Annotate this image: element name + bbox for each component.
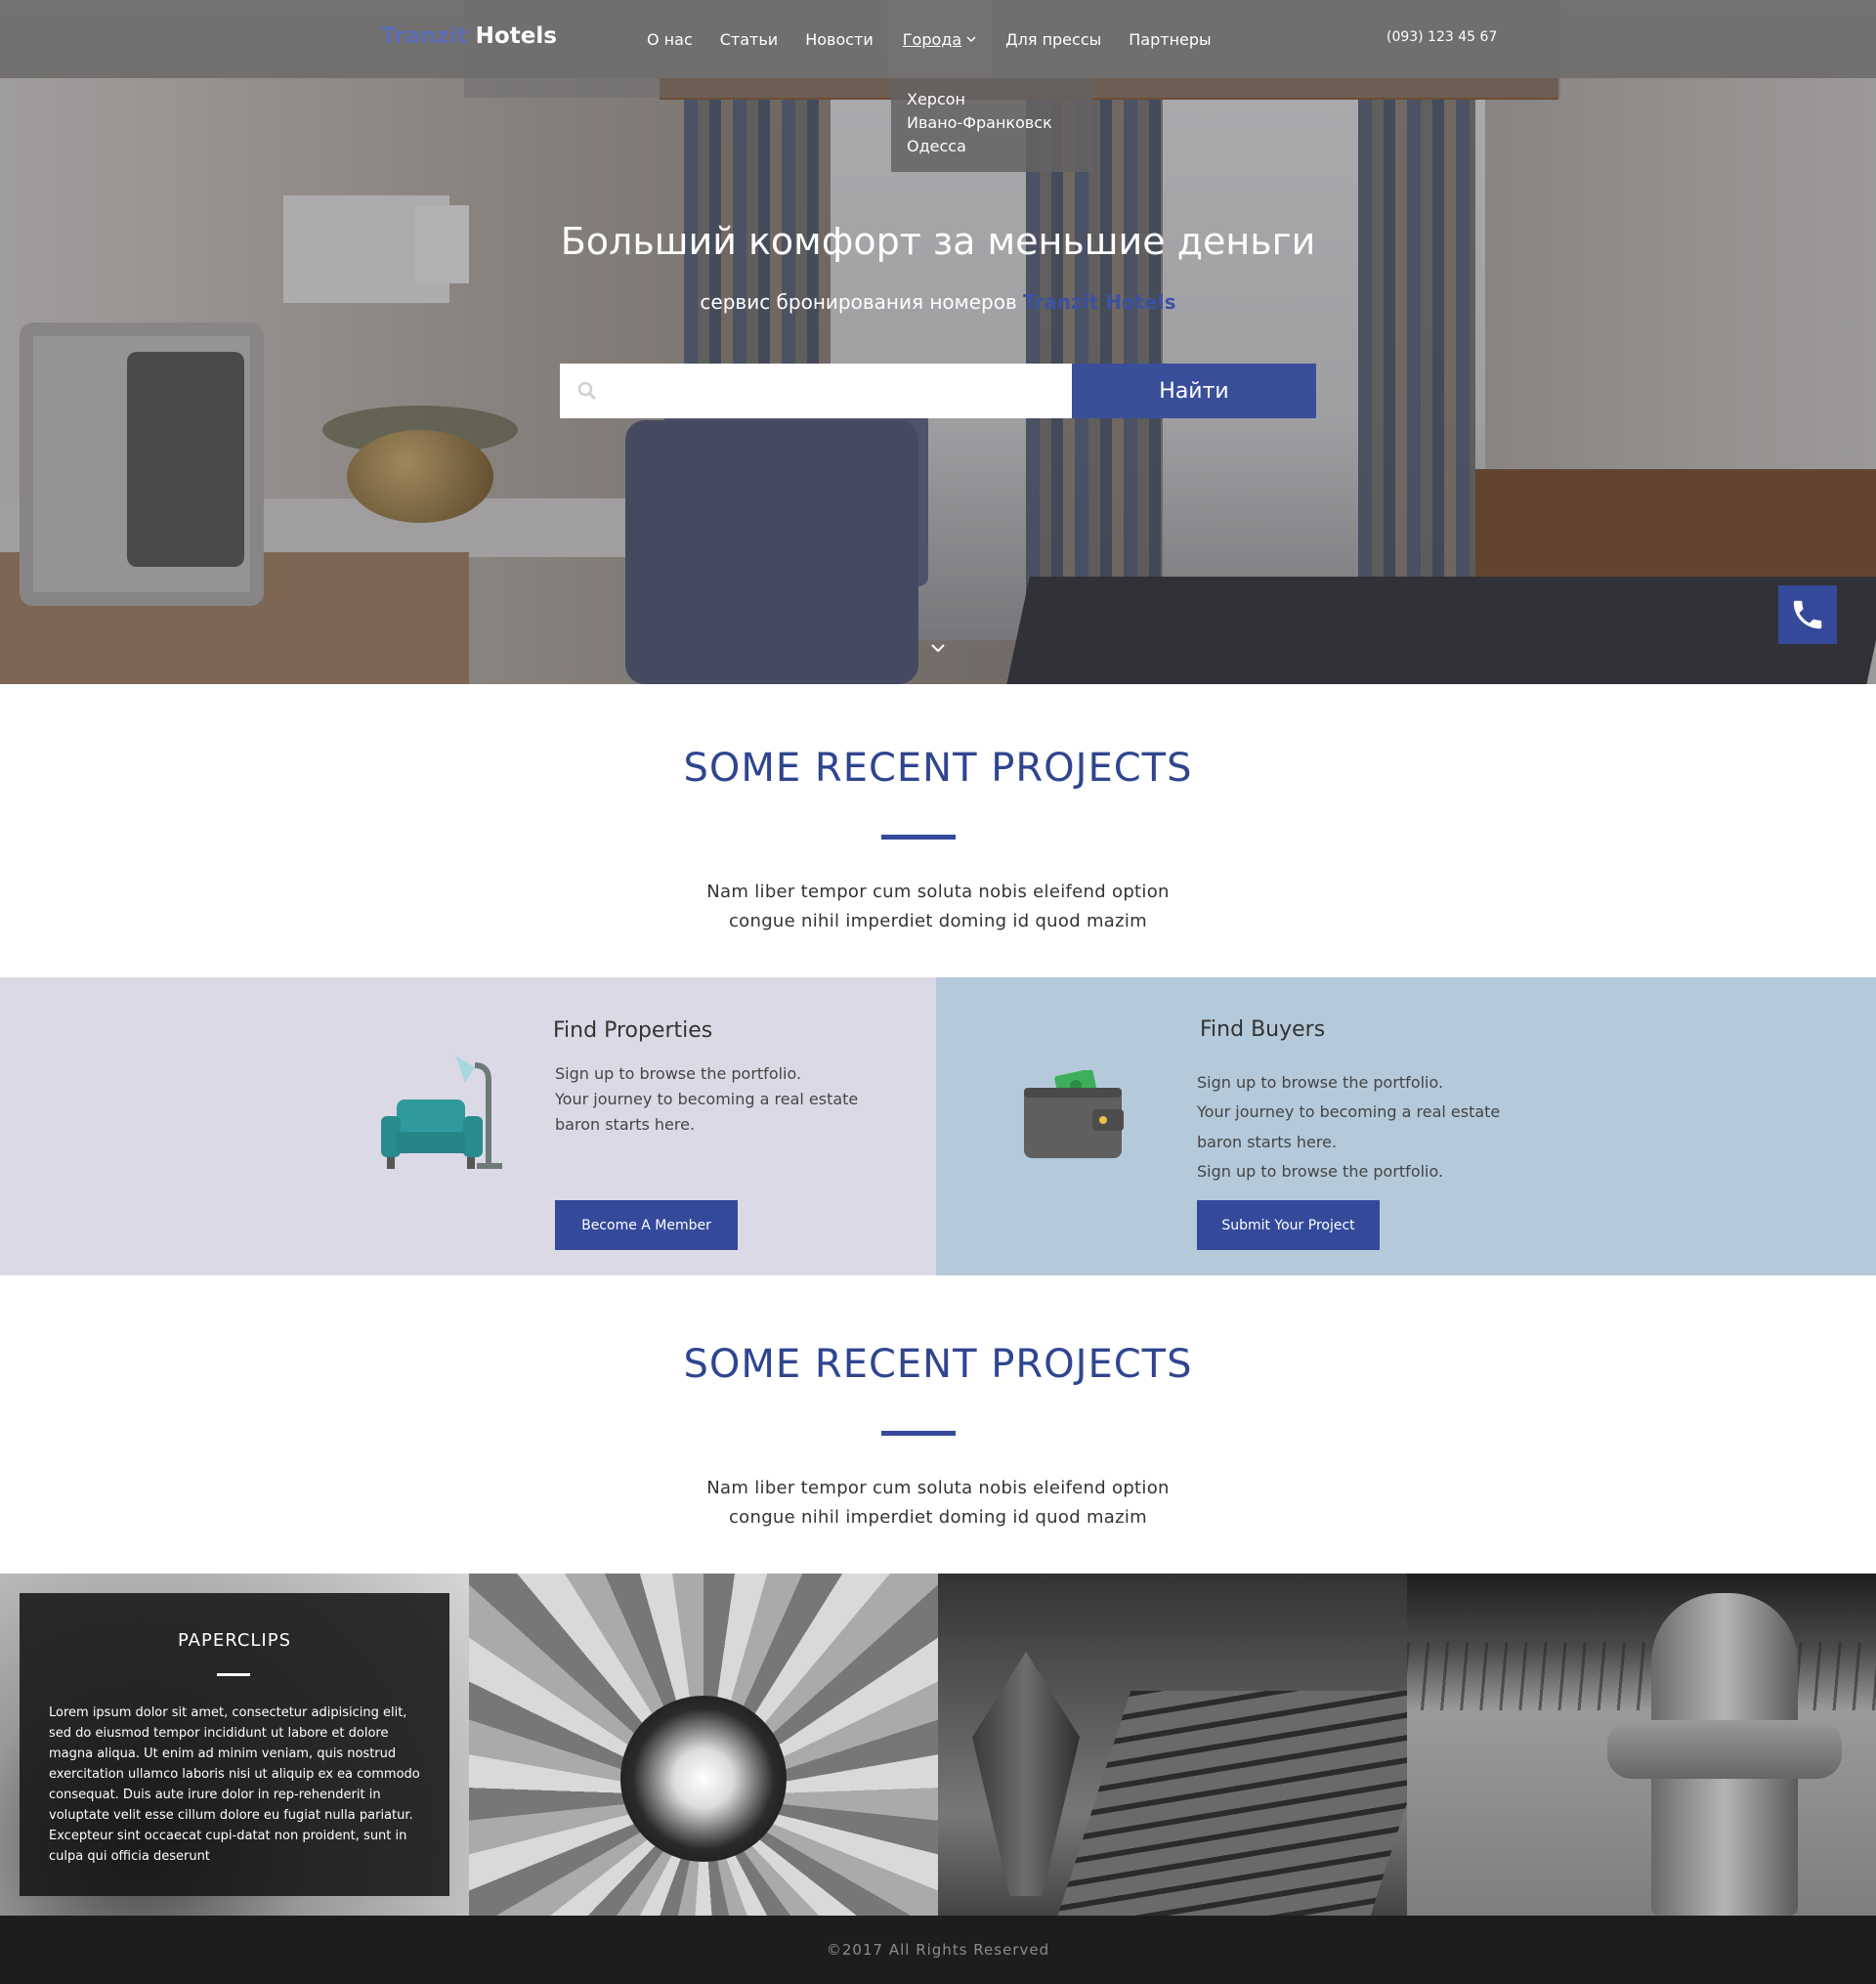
scroll-down-chevron-icon[interactable] bbox=[928, 640, 948, 656]
umbrella-shape bbox=[972, 1652, 1080, 1896]
nav-item-about[interactable]: О нас bbox=[633, 0, 706, 78]
chevron-down-icon bbox=[966, 35, 976, 42]
search-button[interactable]: Найти bbox=[1072, 364, 1316, 418]
header-phone[interactable]: (093) 123 45 67 bbox=[1386, 29, 1497, 45]
hero-title: Больший комфорт за меньшие деньги bbox=[560, 220, 1316, 263]
logo-accent-text: Tranzit bbox=[381, 23, 468, 49]
hydrant-field bbox=[1407, 1642, 1876, 1710]
wallet-icon bbox=[1024, 1070, 1124, 1158]
card-title: PAPERCLIPS bbox=[177, 1630, 292, 1651]
nav-item-articles[interactable]: Статьи bbox=[706, 0, 791, 78]
search-box bbox=[560, 364, 1073, 418]
section-divider bbox=[881, 1431, 956, 1436]
submit-project-button[interactable]: Submit Your Project bbox=[1197, 1200, 1380, 1250]
nav-item-label: О нас bbox=[647, 29, 693, 49]
feature-desc-line: Sign up to browse the portfolio. bbox=[555, 1064, 802, 1083]
dropdown-item-ivano-frankivsk[interactable]: Ивано-Франковск bbox=[907, 111, 1077, 135]
nav-item-label: Статьи bbox=[719, 29, 779, 49]
card-divider bbox=[217, 1673, 250, 1676]
project-card: PAPERCLIPS Lorem ipsum dolor sit amet, c… bbox=[20, 1593, 449, 1896]
nav-item-label: Для прессы bbox=[1005, 29, 1102, 49]
search-icon bbox=[577, 381, 597, 401]
feature-find-buyers: Find Buyers Sign up to browse the portfo… bbox=[936, 977, 1876, 1275]
feature-desc-line: Sign up to browse the portfolio. bbox=[1197, 1162, 1444, 1181]
footer: ©2017 All Rights Reserved bbox=[0, 1916, 1876, 1984]
nav-item-label: Новости bbox=[805, 29, 874, 49]
nav-item-news[interactable]: Новости bbox=[791, 0, 887, 78]
search-input[interactable] bbox=[609, 364, 1058, 418]
boardwalk-planks bbox=[1057, 1691, 1407, 1916]
feature-desc-line: baron starts here. bbox=[1197, 1133, 1338, 1151]
hero-subtitle-brand: Tranzit Hotels bbox=[1023, 290, 1176, 314]
feature-find-properties: Find Properties Sign up to browse the po… bbox=[0, 977, 936, 1275]
gallery-tile-pencils[interactable] bbox=[469, 1574, 938, 1916]
feature-desc-line: baron starts here. bbox=[555, 1115, 696, 1134]
pencils-center bbox=[620, 1696, 787, 1862]
main-nav: О нас Статьи Новости Города Для прессы П… bbox=[633, 0, 1225, 78]
project-gallery: PAPERCLIPS Lorem ipsum dolor sit amet, c… bbox=[0, 1574, 1876, 1916]
section-text-line: congue nihil imperdiet doming id quod ma… bbox=[728, 1507, 1147, 1528]
nav-item-press[interactable]: Для прессы bbox=[992, 0, 1115, 78]
section-text-line: congue nihil imperdiet doming id quod ma… bbox=[728, 911, 1147, 931]
nav-item-label: Партнеры bbox=[1129, 29, 1212, 49]
section-title: SOME RECENT PROJECTS bbox=[683, 746, 1193, 791]
nav-item-partners[interactable]: Партнеры bbox=[1115, 0, 1224, 78]
armchair-lamp-icon bbox=[381, 1056, 502, 1169]
nav-item-label: Города bbox=[902, 29, 962, 49]
cities-dropdown: Херсон Ивано-Франковск Одесса bbox=[891, 78, 1092, 172]
feature-heading: Find Properties bbox=[553, 1018, 713, 1043]
hero-subtitle-text: сервис бронирования номеров bbox=[700, 290, 1017, 314]
section-text-line: Nam liber tempor cum soluta nobis eleife… bbox=[706, 1478, 1170, 1498]
dropdown-item-kherson[interactable]: Херсон bbox=[907, 88, 1077, 111]
card-body: Lorem ipsum dolor sit amet, consectetur … bbox=[49, 1705, 420, 1864]
phone-icon bbox=[1793, 600, 1822, 629]
hero-section: Tranzit Hotels О нас Статьи Новости Горо… bbox=[0, 0, 1876, 684]
hero-subtitle: сервис бронирования номеров Tranzit Hote… bbox=[0, 290, 1876, 314]
section-title: SOME RECENT PROJECTS bbox=[683, 1342, 1193, 1387]
call-button[interactable] bbox=[1778, 585, 1837, 644]
become-member-button[interactable]: Become A Member bbox=[555, 1200, 738, 1250]
logo-main-text: Hotels bbox=[467, 23, 557, 49]
gallery-tile-boardwalk[interactable] bbox=[938, 1574, 1407, 1916]
section-text-line: Nam liber tempor cum soluta nobis eleife… bbox=[706, 882, 1170, 902]
gallery-tile-paperclips[interactable]: PAPERCLIPS Lorem ipsum dolor sit amet, c… bbox=[0, 1574, 469, 1916]
nav-item-cities[interactable]: Города bbox=[886, 0, 993, 78]
feature-desc-line: Sign up to browse the portfolio. bbox=[1197, 1073, 1444, 1092]
footer-copyright: ©2017 All Rights Reserved bbox=[826, 1941, 1050, 1959]
dropdown-item-odessa[interactable]: Одесса bbox=[907, 135, 1077, 158]
feature-desc-line: Your journey to becoming a real estate bbox=[555, 1090, 859, 1108]
feature-heading: Find Buyers bbox=[1200, 1017, 1326, 1042]
feature-desc-line: Your journey to becoming a real estate bbox=[1197, 1102, 1501, 1121]
section-divider bbox=[881, 835, 956, 840]
hydrant-nozzle bbox=[1607, 1720, 1842, 1779]
gallery-tile-hydrant[interactable] bbox=[1407, 1574, 1876, 1916]
site-logo[interactable]: Tranzit Hotels bbox=[381, 23, 557, 49]
